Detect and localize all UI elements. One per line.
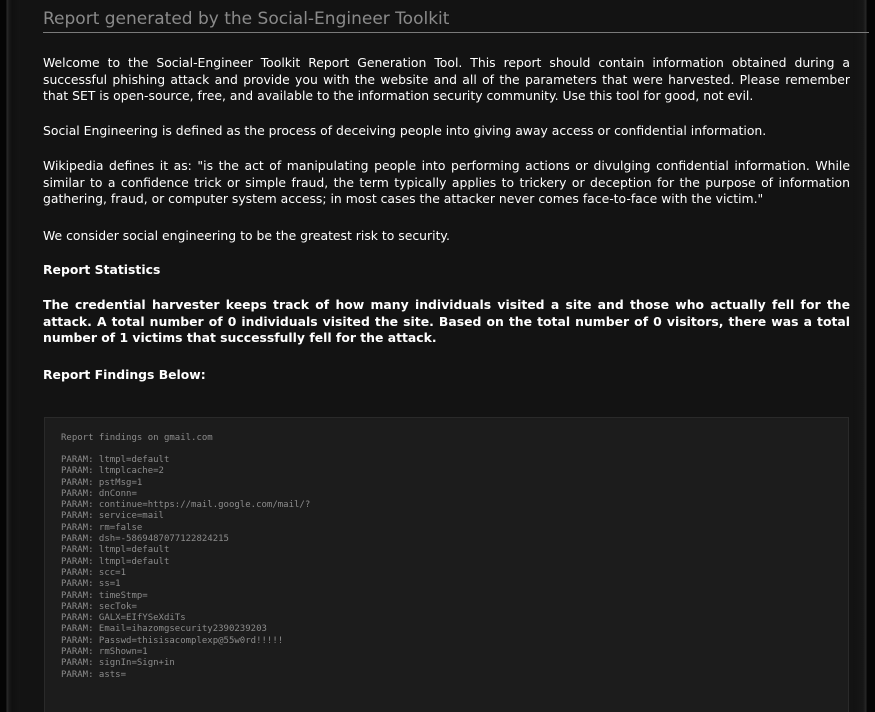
risk-paragraph: We consider social engineering to be the… xyxy=(43,228,450,243)
param-item: PARAM: GALX=EIfYSeXdiTs xyxy=(61,613,186,624)
findings-panel: Report findings on gmail.com PARAM: ltmp… xyxy=(44,417,849,712)
report-statistics-text: The credential harvester keeps track of … xyxy=(43,297,850,345)
param-item: PARAM: ltmplcache=2 xyxy=(61,466,164,477)
param-item: PARAM: continue=https://mail.google.com/… xyxy=(61,500,311,511)
param-item: PARAM: dnConn= xyxy=(61,488,137,499)
param-item: PARAM: ss=1 xyxy=(61,579,121,590)
param-item: PARAM: service=mail xyxy=(61,511,164,522)
report-content: Report generated by the Social-Engineer … xyxy=(20,0,869,712)
param-item: PARAM: Passwd=thisisacomplexp@55w0rd!!!!… xyxy=(61,635,284,646)
report-findings-title: Report Findings Below: xyxy=(43,367,206,382)
param-item: PARAM: signIn=Sign+in xyxy=(61,658,175,669)
findings-header: Report findings on gmail.com xyxy=(61,433,213,443)
param-item: PARAM: ltmpl=default xyxy=(61,545,170,556)
right-window-border xyxy=(853,0,875,712)
param-item: PARAM: rmShown=1 xyxy=(61,647,148,658)
param-item: PARAM: rm=false xyxy=(61,522,143,533)
param-item: PARAM: secTok= xyxy=(61,601,137,612)
param-item: PARAM: Email=ihazomgsecurity2390239203 xyxy=(61,624,267,635)
param-item: PARAM: dsh=-5869487077122824215 xyxy=(61,534,229,545)
param-item: PARAM: asts= xyxy=(61,669,127,680)
report-page: Report generated by the Social-Engineer … xyxy=(0,0,875,712)
wikipedia-paragraph: Wikipedia defines it as: "is the act of … xyxy=(43,158,850,206)
param-item: PARAM: scc=1 xyxy=(61,567,127,578)
page-title: Report generated by the Social-Engineer … xyxy=(43,8,869,33)
left-window-border xyxy=(0,0,20,712)
intro-paragraph: Welcome to the Social-Engineer Toolkit R… xyxy=(43,55,850,103)
param-item: PARAM: ltmpl=default xyxy=(61,455,170,465)
param-item: PARAM: ltmpl=default xyxy=(61,556,170,567)
report-statistics-title: Report Statistics xyxy=(43,262,161,277)
params-list: PARAM: ltmpl=default PARAM: ltmplcache=2 P… xyxy=(61,455,310,681)
param-item: PARAM: timeStmp= xyxy=(61,590,148,601)
param-item: PARAM: pstMsg=1 xyxy=(61,477,143,488)
definition-paragraph: Social Engineering is defined as the pro… xyxy=(43,123,767,138)
